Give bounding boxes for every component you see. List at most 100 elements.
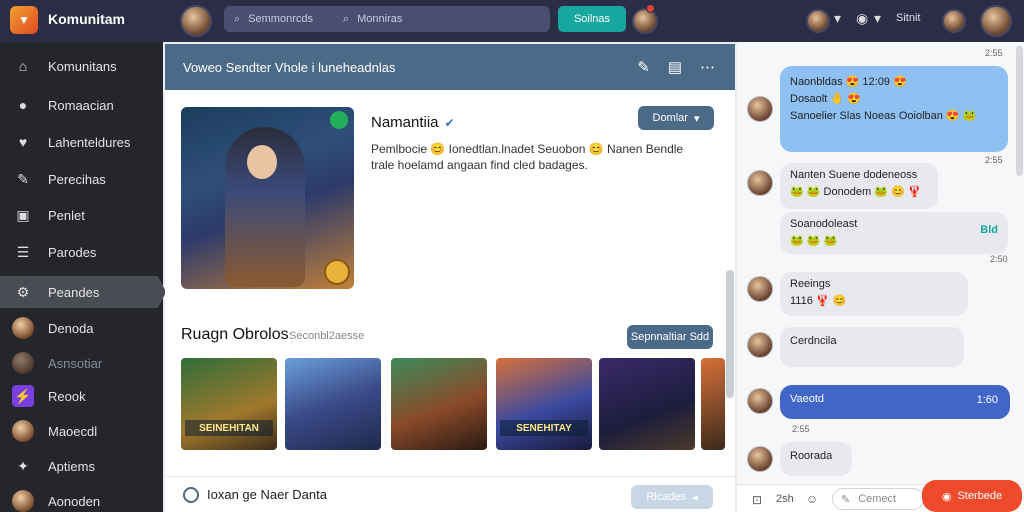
chat-scrollbar[interactable]: [1016, 46, 1023, 176]
chat-avatar: [747, 170, 773, 196]
list-icon: ☰: [16, 243, 30, 260]
chat-avatar: [747, 276, 773, 302]
sidebar-item-gallery[interactable]: ▣ Penlet: [0, 199, 163, 231]
primary-action-button[interactable]: Soilnas: [558, 6, 626, 32]
notification-badge: [646, 4, 655, 13]
chat-avatar: [747, 96, 773, 122]
sidebar-item-profile[interactable]: ● Romaacian: [0, 89, 163, 121]
online-badge-icon: [330, 111, 348, 129]
tag-label: Bld: [980, 224, 998, 236]
footer-button-label: Rlcades: [646, 491, 687, 503]
thumbnail[interactable]: [599, 358, 695, 450]
avatar: [12, 352, 34, 374]
user-avatar[interactable]: [180, 5, 212, 37]
sidebar-item-label: Aptiems: [48, 458, 95, 474]
thumbnail-label: SEINEHITAN: [185, 420, 273, 436]
verified-icon: ✔: [444, 116, 455, 130]
main-scrollbar[interactable]: [726, 270, 734, 398]
more-icon[interactable]: ⋯: [700, 58, 715, 76]
timestamp: 2:55: [985, 155, 1003, 165]
search-input[interactable]: Semmonrcds: [248, 13, 313, 25]
sidebar-item-label: Denoda: [48, 320, 94, 336]
chat-avatar: [747, 446, 773, 472]
edit-icon[interactable]: ✎: [637, 58, 650, 76]
sidebar-item-label: Lahenteldures: [48, 134, 131, 150]
thumbnail[interactable]: [285, 358, 381, 450]
thumbnail[interactable]: [701, 358, 725, 450]
account-avatar[interactable]: [980, 5, 1012, 37]
comment-input[interactable]: ✎ Cemect: [832, 488, 924, 510]
sidebar-item-label: Maoecdl: [48, 423, 98, 439]
thumbnail-strip: SEINEHITAN SENEHITAY: [181, 358, 725, 452]
attach-icon[interactable]: ⊡: [752, 493, 762, 507]
app-logo[interactable]: ▼: [10, 6, 38, 34]
avatar: [12, 317, 34, 339]
timestamp: 2:55: [985, 48, 1003, 58]
friend-avatar[interactable]: [942, 9, 966, 33]
chevron-down-icon: ▾: [693, 112, 700, 125]
message-icon[interactable]: ◉: [856, 10, 868, 27]
message-line: Cerdncila: [790, 335, 837, 347]
top-bar: ▼ Komunitam ⌕ Semmonrcds ⌕ Monniras Soil…: [0, 0, 1024, 42]
profile-description: Pemlbocie 😊 Ionedtlan.lnadet Seuobon 😊 N…: [371, 142, 684, 172]
sidebar-item-app[interactable]: ⚡ Reook: [0, 380, 163, 412]
chevron-down-icon[interactable]: ▾: [874, 10, 881, 27]
pencil-icon: ✎: [841, 493, 851, 506]
chat-message-outgoing: Vaeotd 1:60: [780, 385, 1010, 419]
sidebar-item-posts[interactable]: ✎ Perecihas: [0, 163, 163, 195]
sidebar-item-lists[interactable]: ☰ Parodes: [0, 236, 163, 268]
thumbnail[interactable]: SENEHITAY: [496, 358, 592, 450]
profile-name: Namantiia ✔: [371, 114, 455, 131]
sidebar-item-label: Komunitans: [48, 58, 117, 74]
send-button[interactable]: ◉ Sterbede: [922, 480, 1022, 512]
sidebar-item-home[interactable]: ⌂ Komunitans: [0, 50, 163, 82]
section-button[interactable]: Sepnnaltiar Sdd: [627, 325, 713, 349]
profile-avatar[interactable]: [806, 9, 830, 33]
comment-placeholder: Cemect: [858, 493, 897, 505]
section-title: Ruagn Obrolos: [181, 326, 289, 343]
sidebar-item-contact[interactable]: Asnsotiar: [0, 347, 163, 379]
sidebar: ⌂ Komunitans ● Romaacian ♥ Lahenteldures ✎ P…: [0, 42, 166, 512]
reply-count: 2sh: [776, 493, 794, 505]
message-line: 🐸 🐸 Donodem 🐸 😊 🦞: [790, 186, 922, 198]
search-bar[interactable]: ⌕ Semmonrcds ⌕ Monniras: [224, 6, 550, 32]
character-face: [247, 145, 277, 179]
user-name: Sitnit: [896, 12, 921, 24]
follow-button[interactable]: Domlar ▾: [638, 106, 714, 130]
sidebar-item-contact[interactable]: Aonoden: [0, 485, 163, 512]
chat-message-incoming: Roorada: [780, 442, 852, 476]
sidebar-item-label: Penlet: [48, 207, 85, 223]
sidebar-item-favorites[interactable]: ♥ Lahenteldures: [0, 126, 163, 158]
chat-message-incoming: Cerdncila: [780, 327, 964, 367]
thumbnail[interactable]: [391, 358, 487, 450]
avatar: [12, 420, 34, 442]
chat-message-incoming: Reeings 1116 🦞 😊: [780, 272, 968, 316]
sidebar-item-contact[interactable]: Maoecdl: [0, 415, 163, 447]
wrench-icon: ✦: [17, 457, 29, 474]
message-line: Roorada: [790, 450, 833, 462]
footer-button[interactable]: Rlcades ◂: [631, 485, 713, 509]
search-hint: Monniras: [357, 13, 403, 25]
emoji-icon[interactable]: ☺: [806, 492, 818, 506]
sidebar-item-settings[interactable]: ⚙ Peandes: [0, 276, 166, 308]
footer-text: Ioxan ge Naer Danta: [207, 487, 327, 502]
sidebar-item-contact[interactable]: Denoda: [0, 312, 163, 344]
chat-bubble-icon: [183, 486, 199, 503]
notification-avatar[interactable]: [632, 8, 658, 34]
chevron-down-icon[interactable]: ▾: [834, 10, 841, 27]
sidebar-item-label: Parodes: [48, 244, 97, 260]
avatar: [12, 490, 34, 512]
app-icon: ⚡: [12, 385, 34, 407]
sidebar-item-label: Perecihas: [48, 171, 106, 187]
sidebar-item-tools[interactable]: ✦ Aptiems: [0, 450, 163, 482]
thumbnail[interactable]: SEINEHITAN: [181, 358, 277, 450]
main-footer: Ioxan ge Naer Danta Rlcades ◂: [165, 476, 735, 512]
pencil-icon: ✎: [17, 170, 29, 187]
layout-icon[interactable]: ▤: [668, 58, 682, 76]
message-line: Vaeotd: [790, 393, 825, 405]
thumbnail-label: SENEHITAY: [500, 420, 588, 436]
heart-icon: ♥: [18, 134, 28, 150]
main-header: Voweo Sendter Vhole i luneheadnlas ✎ ▤ ⋯: [165, 44, 735, 90]
message-line: Soanodoleast: [790, 218, 858, 230]
sidebar-item-label: Romaacian: [48, 97, 114, 113]
